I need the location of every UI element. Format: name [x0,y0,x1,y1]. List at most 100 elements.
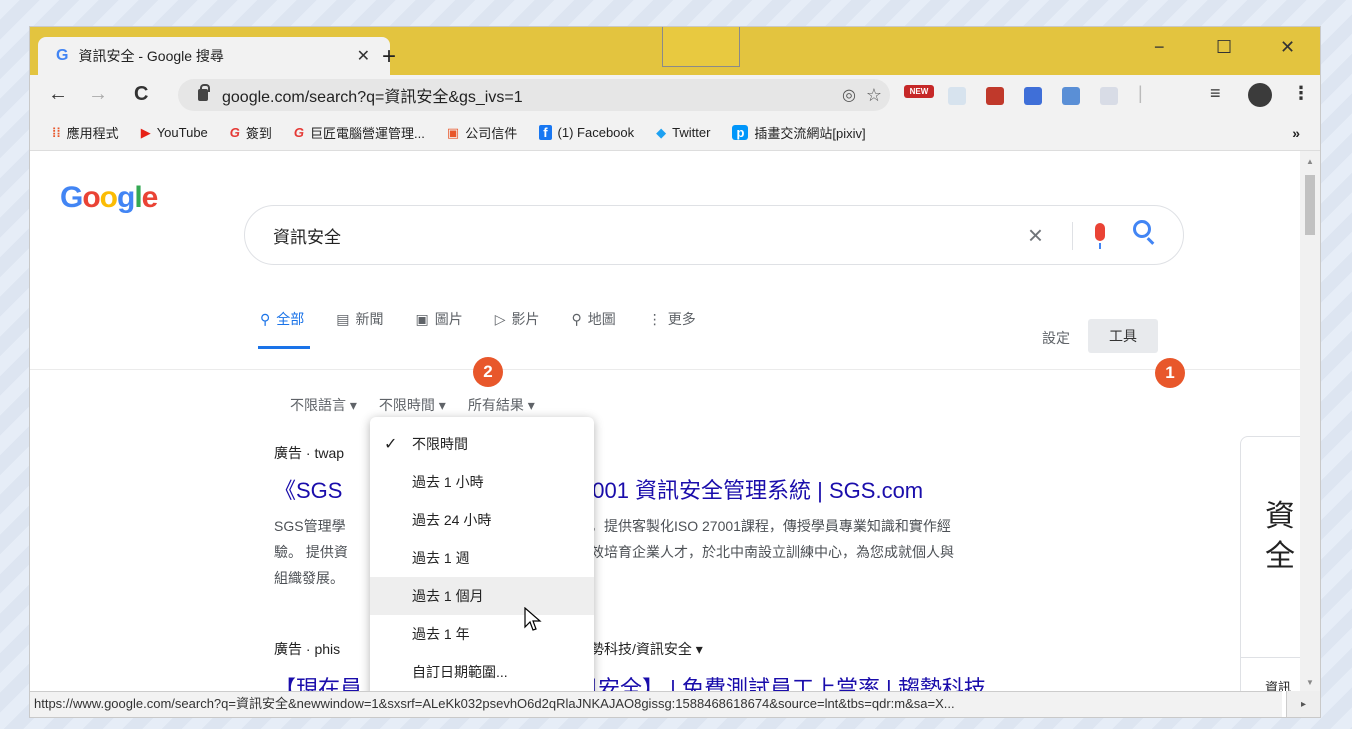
profile-avatar[interactable] [1248,83,1272,107]
bookmarks-bar: ⁞⁞ 應用程式 ▶ YouTube G 簽到 G 巨匠電腦營運管理... ▣ 公… [30,115,1320,151]
tools-button[interactable]: 工具 [1088,319,1158,353]
results-filter[interactable]: 所有結果 ▾ [468,395,535,415]
new-tab-button[interactable]: + [382,43,396,71]
bookmark-star-icon[interactable]: ☆ [866,85,882,106]
office-icon: ▣ [446,124,460,140]
youtube-icon: ▶ [140,124,151,140]
search-tabs: ⚲ 全部 ▤ 新聞 ▣ 圖片 ▷ 影片 ⚲ 地圖 ⋮ 更多 [257,301,728,349]
extension-pdf-icon[interactable] [986,87,1004,105]
dropdown-item-past-month[interactable]: 過去 1 個月 [370,577,594,615]
dropdown-item-past-24-hours[interactable]: 過去 24 小時 [370,501,594,539]
bookmark-label: 插畫交流網站[pixiv] [754,126,866,141]
dropdown-item-label: 自訂日期範圍... [412,664,508,680]
bookmark-management[interactable]: G 巨匠電腦營運管理... [294,123,425,142]
tab-videos[interactable]: ▷ 影片 [495,301,540,337]
tab-news[interactable]: ▤ 新聞 [336,301,383,337]
knowledge-panel-text: 資訊 [1265,680,1292,691]
bookmark-label: 公司信件 [465,126,518,141]
window-close-button[interactable]: ✕ [1280,37,1295,58]
ad-label: 廣告 · twap [274,445,345,461]
extension-chat-icon[interactable] [1062,87,1080,105]
search-box: × [244,205,1184,265]
dropdown-item-label: 過去 24 小時 [412,512,492,528]
bookmark-label: YouTube [156,125,208,140]
minimize-button[interactable]: − [1154,37,1165,58]
extension-ticket-icon[interactable] [948,87,966,105]
bookmarks-more-button[interactable]: » [1292,125,1300,141]
dropdown-item-past-year[interactable]: 過去 1 年 [370,615,594,653]
ad-title-left[interactable]: 《SGS [274,473,342,505]
tab-label: 地圖 [587,311,616,327]
tab-label: 圖片 [434,311,463,327]
clear-search-icon[interactable]: × [1028,220,1043,251]
settings-link[interactable]: 設定 [1042,328,1070,348]
ad-breadcrumb[interactable]: 勢科技/資訊安全 ▾ [590,639,703,659]
dropdown-item-label: 過去 1 年 [412,626,470,642]
dropdown-item-past-week[interactable]: 過去 1 週 [370,539,594,577]
checkmark-icon: ✓ [384,436,398,453]
location-icon[interactable]: ◎ [842,85,856,105]
search-icon[interactable] [1133,220,1151,238]
dropdown-item-custom-range[interactable]: 自訂日期範圍... [370,653,594,691]
microphone-icon[interactable] [1095,223,1105,249]
lock-icon [198,84,210,101]
bookmark-label: (1) Facebook [557,125,635,140]
reload-icon[interactable]: C [134,83,148,106]
time-filter-dropdown: ✓ 不限時間 過去 1 小時 過去 24 小時 過去 1 週 過去 1 個月 過… [370,417,594,691]
bookmark-checkin[interactable]: G 簽到 [230,123,272,142]
bookmark-company-mail[interactable]: ▣ 公司信件 [447,123,517,142]
dropdown-item-past-hour[interactable]: 過去 1 小時 [370,463,594,501]
knowledge-panel: 資全 資訊 [1240,436,1300,691]
reading-list-icon[interactable]: ≡ [1210,83,1221,104]
tab-label: 更多 [667,311,696,327]
tab-images[interactable]: ▣ 圖片 [416,301,463,337]
ad-title-left[interactable]: 【現在員 [274,671,362,691]
tab-title: 資訊安全 - Google 搜尋 [78,48,224,64]
bookmark-pixiv[interactable]: p 插畫交流網站[pixiv] [732,123,866,142]
google-logo[interactable]: Google [60,181,158,215]
tab-label: 新聞 [355,311,384,327]
browser-tab[interactable]: G 資訊安全 - Google 搜尋 ✕ [38,37,390,75]
window-notch [662,27,740,67]
tab-all[interactable]: ⚲ 全部 [257,301,311,349]
tab-maps[interactable]: ⚲ 地圖 [572,301,616,337]
tab-close-icon[interactable]: ✕ [357,46,370,66]
extension-grid-icon[interactable] [1024,87,1042,105]
knowledge-panel-divider [1241,657,1300,658]
mouse-cursor-icon [524,607,542,631]
g-icon: G [229,125,240,140]
bookmark-twitter[interactable]: ◆ Twitter [656,125,710,141]
ad-title-right[interactable]: 訊安全】 | 免費測試員工上當率 | 趨勢科技 [576,671,986,691]
dropdown-item-label: 過去 1 小時 [412,474,484,490]
apps-grid-icon: ⁞⁞ [52,125,61,140]
tab-more[interactable]: ⋮ 更多 [648,301,696,337]
twitter-icon: ◆ [656,124,667,140]
scroll-right-icon[interactable]: ▸ [1286,691,1320,717]
time-filter[interactable]: 不限時間 ▾ [379,395,446,415]
extension-message-icon[interactable] [1100,87,1118,105]
ad-title-right[interactable]: 7001 資訊安全管理系統 | SGS.com [580,473,923,505]
dropdown-item-label: 過去 1 週 [412,550,470,566]
scroll-down-icon[interactable]: ▼ [1306,678,1314,687]
step-badge-2: 2 [473,357,503,387]
scrollbar-thumb[interactable] [1305,175,1315,235]
bookmark-facebook[interactable]: f (1) Facebook [539,125,634,140]
tabs-divider [30,369,1300,370]
vertical-scrollbar[interactable]: ▲ ▼ [1300,151,1320,691]
extension-new-icon[interactable]: NEW [904,85,934,98]
bookmark-youtube[interactable]: ▶ YouTube [141,125,208,141]
knowledge-panel-title: 資全 [1265,500,1295,573]
back-arrow-icon[interactable]: ← [48,83,68,106]
dropdown-item-any-time[interactable]: ✓ 不限時間 [370,425,594,463]
facebook-icon: f [539,125,552,140]
search-divider [1072,222,1073,250]
address-bar[interactable]: google.com/search?q=資訊安全&gs_ivs=1 ◎ ☆ [178,79,890,111]
toolbar-divider: | [1138,83,1143,103]
forward-arrow-icon[interactable]: → [88,83,108,106]
bookmark-apps[interactable]: ⁞⁞ 應用程式 [52,123,119,142]
maximize-button[interactable]: ☐ [1216,37,1232,58]
language-filter[interactable]: 不限語言 ▾ [290,395,357,415]
more-menu-icon[interactable]: ⋮ [1292,83,1310,104]
search-input[interactable] [273,225,1183,245]
scroll-up-icon[interactable]: ▲ [1306,157,1314,166]
